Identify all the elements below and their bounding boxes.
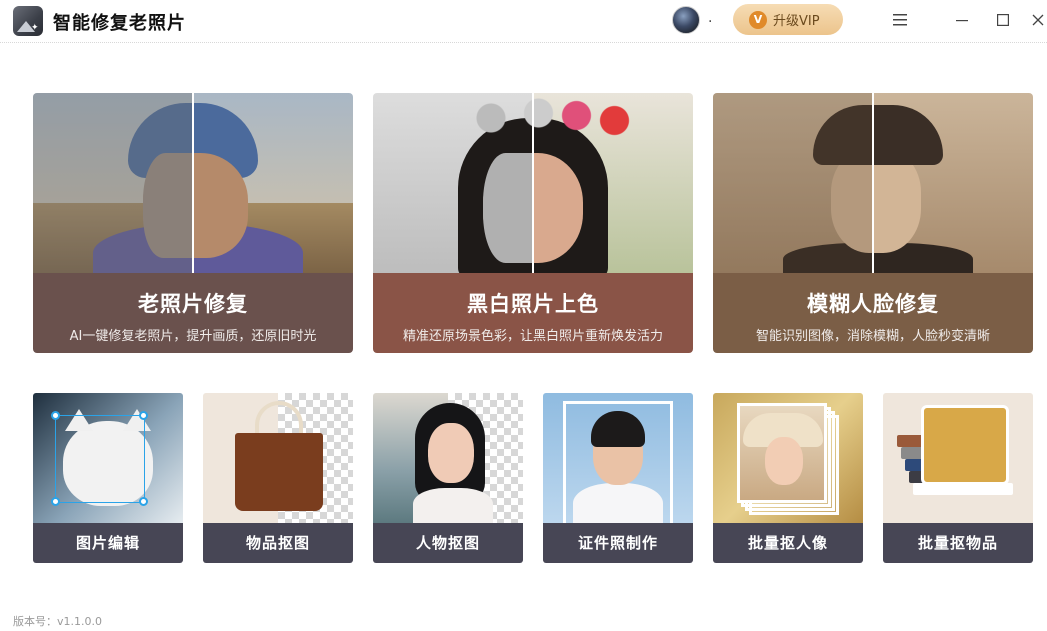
batch-object-preview [883, 393, 1033, 523]
face-restore-preview-image [713, 93, 1033, 273]
close-icon[interactable] [1026, 8, 1047, 32]
tool-label: 图片编辑 [33, 523, 183, 563]
menu-icon[interactable] [888, 8, 912, 32]
batch-object-cutout-card[interactable]: 批量抠物品 [883, 393, 1033, 563]
old-photo-preview-image [33, 93, 353, 273]
app-title: 智能修复老照片 [53, 13, 186, 34]
id-photo-preview [543, 393, 693, 523]
card-subtitle: 智能识别图像，消除模糊，人脸秒变清晰 [755, 329, 990, 344]
object-cutout-preview [203, 393, 353, 523]
title-bar: ✦ 智能修复老照片 . V 升级VIP [0, 0, 1047, 43]
tool-label: 人物抠图 [373, 523, 523, 563]
person-cutout-preview [373, 393, 523, 523]
upgrade-vip-button[interactable]: V 升级VIP [733, 4, 843, 35]
card-title: 模糊人脸修复 [807, 292, 939, 316]
face-restore-card[interactable]: 模糊人脸修复 智能识别图像，消除模糊，人脸秒变清晰 [713, 93, 1033, 353]
tool-label: 批量抠人像 [713, 523, 863, 563]
colorize-preview-image [373, 93, 693, 273]
tool-label: 批量抠物品 [883, 523, 1033, 563]
batch-portrait-cutout-card[interactable]: 批量抠人像 [713, 393, 863, 563]
id-photo-card[interactable]: 证件照制作 [543, 393, 693, 563]
old-photo-restore-card[interactable]: 老照片修复 AI一键修复老照片，提升画质，还原旧时光 [33, 93, 353, 353]
vip-crown-icon: V [749, 10, 767, 29]
card-title: 黑白照片上色 [467, 292, 599, 316]
colorize-photo-card[interactable]: 黑白照片上色 精准还原场景色彩，让黑白照片重新焕发活力 [373, 93, 693, 353]
minimize-icon[interactable] [950, 8, 974, 32]
user-avatar[interactable] [672, 6, 700, 34]
card-subtitle: 精准还原场景色彩，让黑白照片重新焕发活力 [402, 329, 663, 344]
upgrade-vip-label: 升级VIP [773, 14, 820, 29]
maximize-icon[interactable] [991, 8, 1015, 32]
user-name[interactable]: . [708, 10, 712, 26]
tool-label: 物品抠图 [203, 523, 353, 563]
title-bar-divider [0, 42, 1047, 43]
image-edit-card[interactable]: 图片编辑 [33, 393, 183, 563]
object-cutout-card[interactable]: 物品抠图 [203, 393, 353, 563]
version-label: 版本号：v1.1.0.0 [13, 615, 102, 628]
card-title: 老照片修复 [138, 292, 248, 316]
tool-label: 证件照制作 [543, 523, 693, 563]
person-cutout-card[interactable]: 人物抠图 [373, 393, 523, 563]
image-edit-preview [33, 393, 183, 523]
batch-portrait-preview [713, 393, 863, 523]
card-subtitle: AI一键修复老照片，提升画质，还原旧时光 [69, 329, 317, 344]
app-logo-icon: ✦ [13, 6, 43, 36]
